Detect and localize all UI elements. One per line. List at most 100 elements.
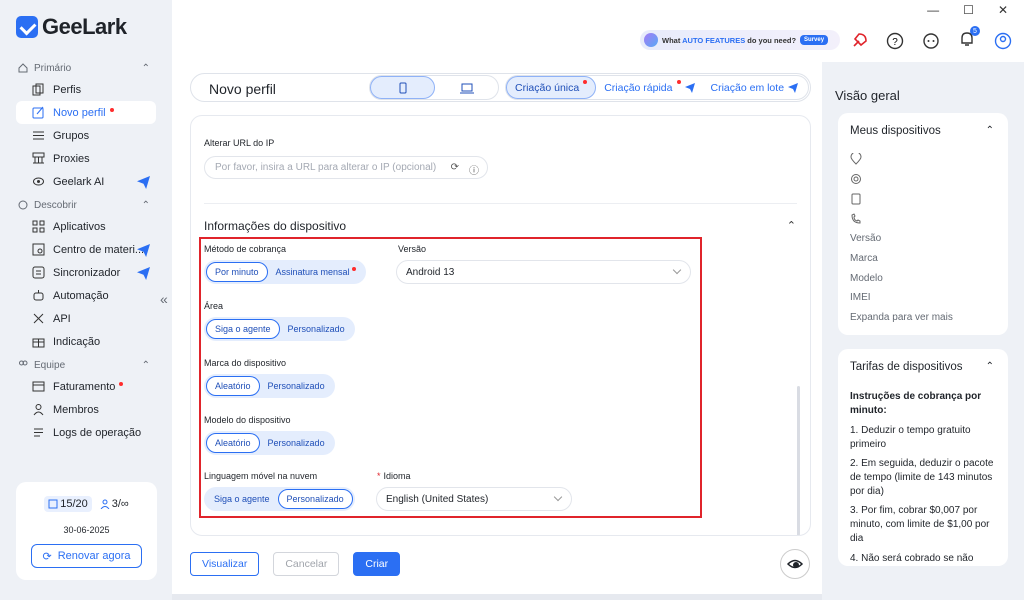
profile-form: Alterar URL do IP Por favor, insira a UR… xyxy=(190,115,811,536)
close-button[interactable]: ✕ xyxy=(998,3,1008,17)
collapse-sidebar-button[interactable]: « xyxy=(160,291,168,307)
sidebar-item-logs[interactable]: Logs de operação xyxy=(16,421,156,444)
plan-expiry-date: 30-06-2025 xyxy=(63,525,110,535)
tab-criacao-rapida[interactable]: Criação rápida xyxy=(596,76,702,99)
compass-icon xyxy=(18,200,28,210)
survey-button[interactable]: Survey xyxy=(800,35,829,45)
ip-url-input[interactable]: Por favor, insira a URL para alterar o I… xyxy=(204,156,488,179)
notification-dot xyxy=(119,381,124,386)
page-title: Novo perfil xyxy=(209,81,276,97)
notifications[interactable]: 5 xyxy=(958,26,980,51)
api-icon xyxy=(32,312,45,325)
chevron-up-icon[interactable]: ⌃ xyxy=(986,125,994,136)
sidebar-item-label: Membros xyxy=(53,403,99,416)
model-custom[interactable]: Personalizado xyxy=(260,433,333,453)
chevron-up-icon: ⌃ xyxy=(141,359,150,371)
renew-button[interactable]: ⟳ Renovar agora xyxy=(31,544,142,568)
tab-criacao-em-lote[interactable]: Criação em lote xyxy=(703,76,807,99)
field-imei: IMEI xyxy=(850,292,871,303)
sidebar-item-aplicativos[interactable]: Aplicativos xyxy=(16,215,156,238)
sidebar-item-perfis[interactable]: Perfis xyxy=(16,78,156,101)
sidebar-item-label: Grupos xyxy=(53,129,90,142)
brand-custom[interactable]: Personalizado xyxy=(260,376,333,396)
help-icon[interactable]: ? xyxy=(886,32,904,50)
telegram-icon xyxy=(788,82,799,93)
horizontal-scrollbar[interactable] xyxy=(172,594,822,600)
tab-label: Criação única xyxy=(515,81,580,94)
geelark-logo[interactable]: GeeLark xyxy=(16,14,127,40)
language-select[interactable]: English (United States) xyxy=(376,487,572,511)
sidebar-item-proxies[interactable]: Proxies xyxy=(16,147,156,170)
area-follow-agent[interactable]: Siga o agente xyxy=(206,319,280,339)
cancel-button[interactable]: Cancelar xyxy=(273,552,340,576)
gift-icon xyxy=(32,335,45,348)
sidebar-item-api[interactable]: API xyxy=(16,307,156,330)
field-brand: Marca xyxy=(850,253,878,264)
edit-icon xyxy=(32,106,45,119)
ai-eye-icon xyxy=(786,559,804,569)
billing-monthly[interactable]: Assinatura mensal xyxy=(268,262,364,282)
renew-button-label: Renovar agora xyxy=(57,550,131,562)
sidebar-item-label: Sincronizador xyxy=(53,266,121,279)
rocket-icon[interactable] xyxy=(850,32,868,50)
plan-card: 15/20 3/∞ 30-06-2025 ⟳ Renovar agora xyxy=(16,482,157,580)
sidebar-item-sincronizador[interactable]: Sincronizador xyxy=(16,261,156,284)
rate-item: 4. Não será cobrado se não xyxy=(850,553,974,564)
telegram-icon xyxy=(684,82,695,93)
expand-more-link[interactable]: Expanda para ver mais xyxy=(850,312,953,323)
cloud-lang-custom[interactable]: Personalizado xyxy=(277,489,353,509)
sidebar-item-label: API xyxy=(53,312,71,325)
section-descobrir[interactable]: Descobrir ⌃ xyxy=(0,195,172,215)
billing-per-minute[interactable]: Por minuto xyxy=(206,262,268,282)
info-icon[interactable]: ⓘ xyxy=(469,162,479,177)
tab-criacao-unica[interactable]: Criação única xyxy=(506,76,597,99)
assistant-button[interactable] xyxy=(780,549,810,579)
preview-button[interactable]: Visualizar xyxy=(190,552,260,576)
minimize-button[interactable]: — xyxy=(927,3,939,17)
sidebar-item-geelark-ai[interactable]: Geelark AI xyxy=(16,170,156,193)
sidebar-item-centro-materiais[interactable]: Centro de materi... xyxy=(16,238,156,261)
section-equipe[interactable]: Equipe ⌃ xyxy=(0,355,172,375)
account-icon[interactable] xyxy=(994,32,1012,50)
device-usage-value: 15/20 xyxy=(60,498,88,510)
section-label: Descobrir xyxy=(34,199,77,211)
survey-banner[interactable]: What AUTO FEATURES do you need? Survey xyxy=(640,30,840,50)
field-version: Versão xyxy=(850,233,882,244)
phone-option[interactable] xyxy=(370,76,435,99)
list-icon xyxy=(32,129,45,142)
language-label: * Idioma xyxy=(377,471,411,481)
support-icon[interactable] xyxy=(922,32,940,50)
version-select[interactable]: Android 13 xyxy=(396,260,691,284)
sim-card-icon xyxy=(851,193,861,205)
sidebar: GeeLark Primário ⌃ Perfis Novo perfil Gr… xyxy=(0,0,172,600)
model-random[interactable]: Aleatório xyxy=(206,433,260,453)
brand-random[interactable]: Aleatório xyxy=(206,376,260,396)
maximize-button[interactable]: ☐ xyxy=(963,3,974,17)
create-button[interactable]: Criar xyxy=(353,552,401,576)
section-label: Equipe xyxy=(34,359,66,371)
member-usage: 3/∞ xyxy=(100,496,129,512)
chevron-up-icon[interactable]: ⌃ xyxy=(986,361,994,372)
desktop-option[interactable] xyxy=(435,76,498,99)
member-usage-value: 3/∞ xyxy=(111,498,129,510)
sidebar-item-grupos[interactable]: Grupos xyxy=(16,124,156,147)
rate-item: 2. Em seguida, deduzir o pacote de tempo… xyxy=(850,458,994,497)
area-custom[interactable]: Personalizado xyxy=(280,319,353,339)
sidebar-item-faturamento[interactable]: Faturamento xyxy=(16,375,156,398)
chevron-down-icon xyxy=(672,265,682,275)
device-icon xyxy=(48,499,58,509)
refresh-icon[interactable]: ⟳ xyxy=(451,162,459,177)
notification-dot xyxy=(351,267,356,271)
form-scrollbar[interactable] xyxy=(797,386,800,535)
sidebar-item-automacao[interactable]: Automação xyxy=(16,284,156,307)
sidebar-item-indicacao[interactable]: Indicação xyxy=(16,330,156,353)
cloud-lang-follow-agent[interactable]: Siga o agente xyxy=(206,489,278,509)
chevron-up-icon[interactable]: ⌃ xyxy=(787,219,796,232)
tab-label: Criação rápida xyxy=(604,81,673,94)
billing-options: Por minuto Assinatura mensal xyxy=(204,260,366,284)
sidebar-item-membros[interactable]: Membros xyxy=(16,398,156,421)
section-primario[interactable]: Primário ⌃ xyxy=(0,58,172,78)
telegram-icon xyxy=(137,244,150,260)
sidebar-item-novo-perfil[interactable]: Novo perfil xyxy=(16,101,156,124)
profiles-icon xyxy=(32,83,45,96)
